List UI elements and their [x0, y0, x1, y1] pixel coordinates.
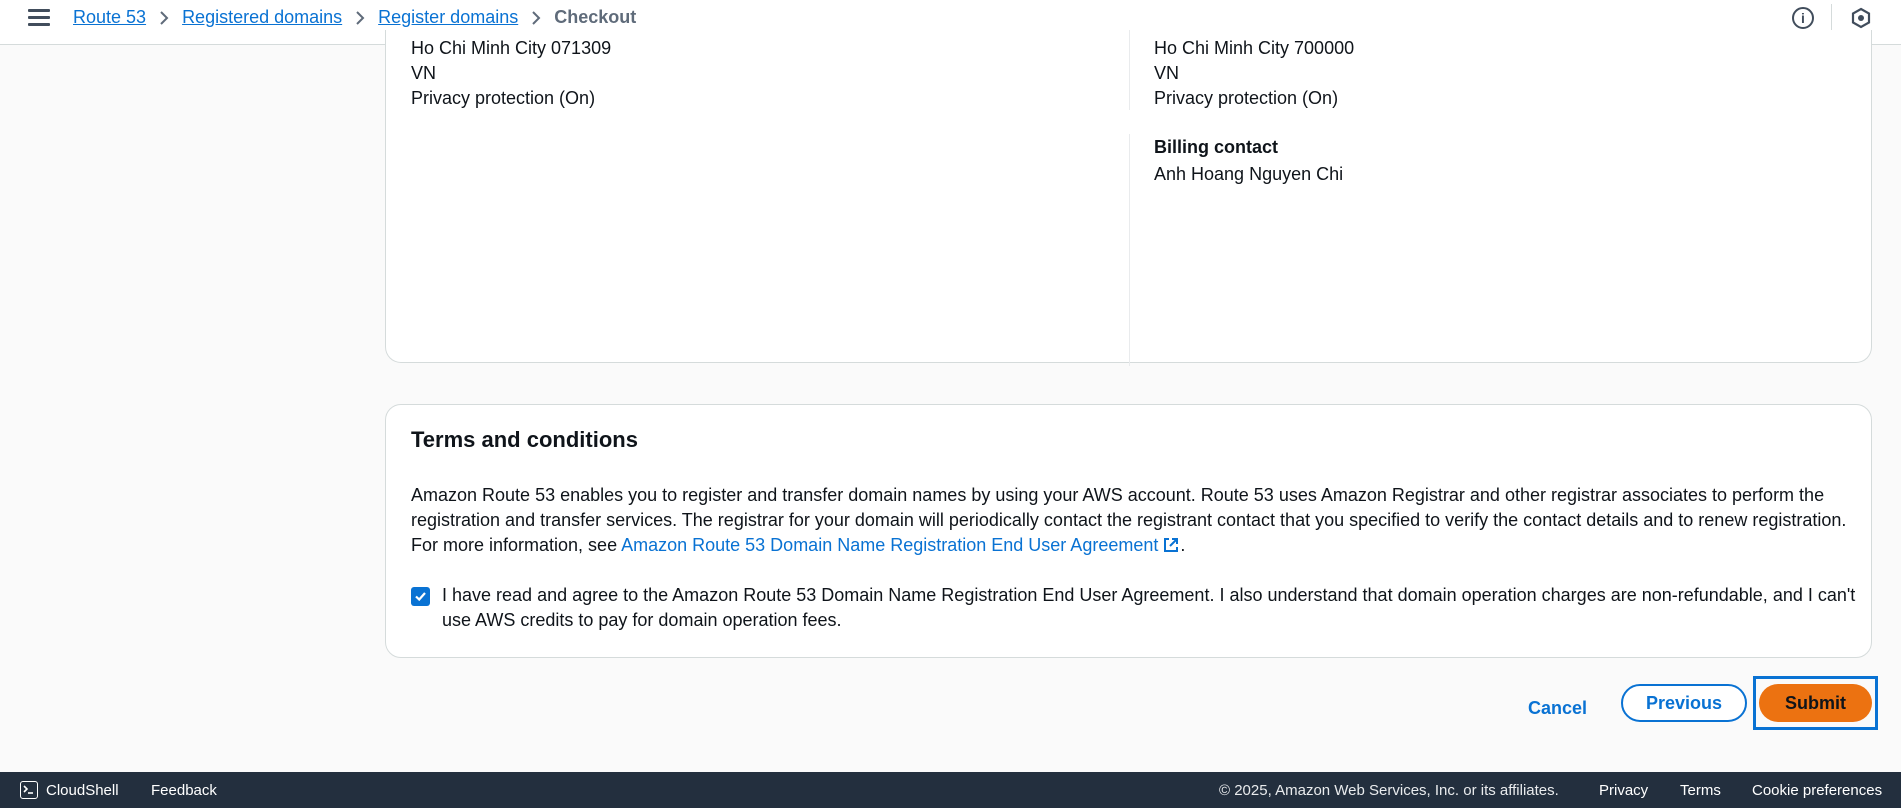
contact-country: VN — [411, 63, 437, 83]
terms-body: Amazon Route 53 enables you to register … — [411, 483, 1861, 558]
breadcrumb: Route 53 Registered domains Register dom… — [73, 7, 636, 28]
chevron-right-icon — [146, 10, 182, 26]
breadcrumb-route53[interactable]: Route 53 — [73, 7, 146, 28]
billing-contact: Billing contact Anh Hoang Nguyen Chi — [1154, 134, 1343, 188]
submit-button[interactable]: Submit — [1759, 684, 1872, 722]
contact-privacy: Privacy protection (On) — [411, 88, 596, 108]
terms-link[interactable]: Terms — [1680, 782, 1721, 799]
registrant-contact-details: Ho Chi Minh City 071309 VN Privacy prote… — [411, 36, 611, 111]
chevron-right-icon — [342, 10, 378, 26]
breadcrumb-registered-domains[interactable]: Registered domains — [182, 7, 342, 28]
check-icon — [415, 592, 426, 602]
cookie-preferences-link[interactable]: Cookie preferences — [1752, 782, 1882, 799]
privacy-link[interactable]: Privacy — [1599, 782, 1648, 799]
contact-privacy: Privacy protection (On) — [1154, 88, 1339, 108]
agree-row: I have read and agree to the Amazon Rout… — [411, 583, 1861, 633]
copyright-text: © 2025, Amazon Web Services, Inc. or its… — [1219, 782, 1559, 799]
contact-city: Ho Chi Minh City 700000 — [1154, 38, 1355, 58]
cloudshell-link[interactable]: CloudShell — [46, 782, 119, 799]
terms-and-conditions-panel: Terms and conditions Amazon Route 53 ena… — [385, 404, 1872, 658]
billing-contact-name: Anh Hoang Nguyen Chi — [1154, 164, 1344, 184]
menu-icon[interactable] — [28, 9, 50, 27]
contact-country: VN — [1154, 63, 1180, 83]
column-divider — [1129, 30, 1130, 110]
technical-contact-details: Ho Chi Minh City 700000 VN Privacy prote… — [1154, 36, 1354, 111]
cancel-button[interactable]: Cancel — [1515, 690, 1600, 726]
breadcrumb-register-domains[interactable]: Register domains — [378, 7, 518, 28]
billing-contact-label: Billing contact — [1154, 137, 1279, 157]
terms-body-end: . — [1180, 535, 1186, 555]
eula-link[interactable]: Amazon Route 53 Domain Name Registration… — [621, 535, 1180, 555]
info-icon[interactable]: i — [1792, 7, 1814, 29]
terms-title: Terms and conditions — [411, 427, 638, 452]
eula-link-text: Amazon Route 53 Domain Name Registration… — [621, 535, 1159, 555]
hexagon-icon[interactable] — [1850, 7, 1872, 29]
console-footer: CloudShell Feedback © 2025, Amazon Web S… — [0, 772, 1901, 808]
previous-button[interactable]: Previous — [1621, 684, 1747, 722]
external-link-icon — [1164, 538, 1179, 552]
agree-label[interactable]: I have read and agree to the Amazon Rout… — [442, 583, 1861, 633]
column-divider — [1129, 134, 1130, 366]
feedback-link[interactable]: Feedback — [151, 782, 217, 799]
cloudshell-icon[interactable] — [20, 781, 38, 799]
review-contacts-panel: Ho Chi Minh City 071309 VN Privacy prote… — [385, 30, 1872, 366]
header-divider — [1831, 4, 1832, 32]
chevron-right-icon — [518, 10, 554, 26]
breadcrumb-current: Checkout — [554, 7, 637, 27]
contact-city: Ho Chi Minh City 071309 — [411, 38, 612, 58]
agree-checkbox[interactable] — [411, 587, 430, 606]
